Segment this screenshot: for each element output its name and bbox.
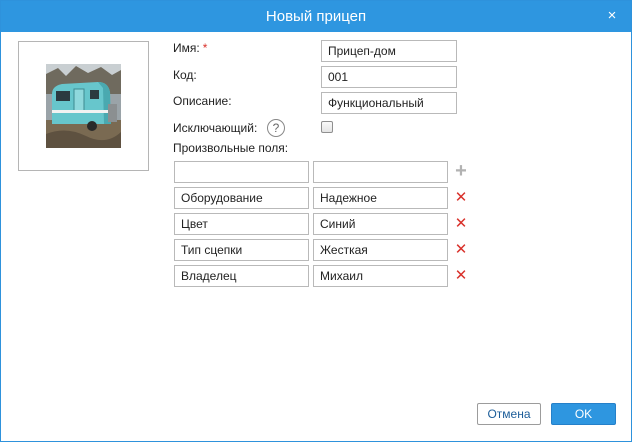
exclusive-label: Исключающий: [173,121,258,135]
exclusive-checkbox[interactable] [321,121,333,133]
camper-trailer-image [46,64,121,148]
new-trailer-dialog: Новый прицеп × Имя:* Код: Опис [0,0,632,442]
new-custom-field-key-input[interactable] [174,161,309,183]
name-label-text: Имя: [173,41,200,55]
trailer-photo [46,64,121,148]
required-mark: * [202,41,208,55]
ok-button[interactable]: OK [551,403,616,425]
description-input[interactable] [321,92,457,114]
custom-field-key-input[interactable] [174,239,309,261]
custom-field-value-input[interactable] [313,187,448,209]
description-label: Описание: [173,94,232,108]
name-label: Имя: * [173,41,207,55]
custom-field-value-input[interactable] [313,265,448,287]
delete-custom-field-icon[interactable]: ✕ [454,242,468,257]
custom-fields-label: Произвольные поля: [173,141,289,155]
code-label: Код: [173,68,197,82]
custom-field-key-input[interactable] [174,213,309,235]
custom-field-key-input[interactable] [174,265,309,287]
dialog-title: Новый прицеп [265,8,367,25]
new-custom-field-value-input[interactable] [313,161,448,183]
close-icon[interactable]: × [605,8,619,23]
custom-field-value-input[interactable] [313,213,448,235]
cancel-button[interactable]: Отмена [477,403,541,425]
add-custom-field-icon[interactable]: + [453,161,469,181]
trailer-photo-frame[interactable] [18,41,149,171]
dialog-titlebar: Новый прицеп × [1,1,631,32]
name-input[interactable] [321,40,457,62]
delete-custom-field-icon[interactable]: ✕ [454,216,468,231]
delete-custom-field-icon[interactable]: ✕ [454,268,468,283]
code-input[interactable] [321,66,457,88]
custom-field-key-input[interactable] [174,187,309,209]
help-icon[interactable]: ? [267,119,285,137]
custom-field-value-input[interactable] [313,239,448,261]
delete-custom-field-icon[interactable]: ✕ [454,190,468,205]
